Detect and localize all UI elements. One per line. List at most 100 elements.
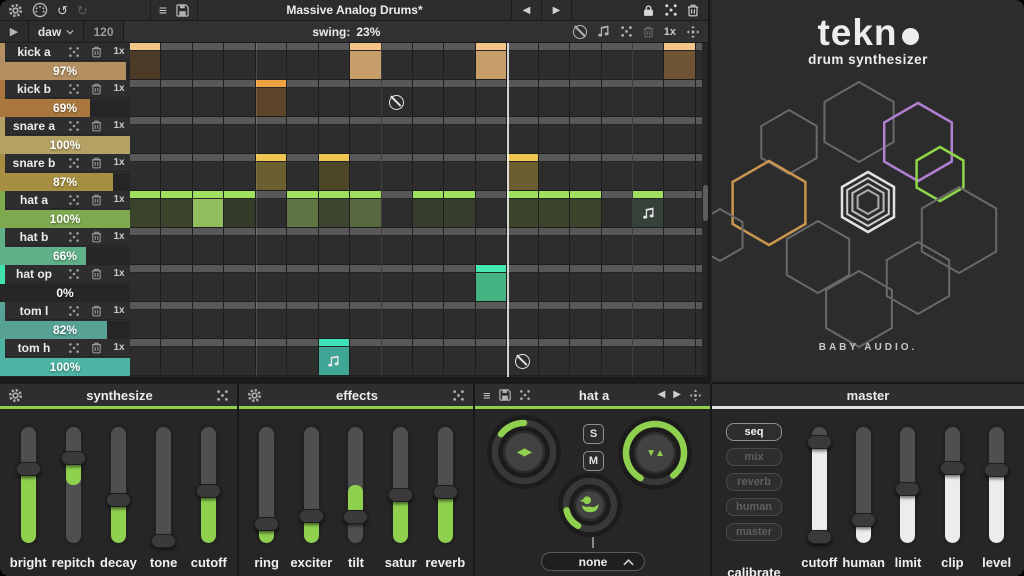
track-rate-button[interactable]: 1x: [107, 342, 131, 353]
grid-scrollbar[interactable]: [703, 185, 708, 221]
master-tab-seq[interactable]: seq: [726, 423, 782, 441]
step[interactable]: [570, 154, 601, 190]
step[interactable]: [664, 191, 695, 227]
step-cell[interactable]: [570, 310, 600, 338]
step-cell[interactable]: [161, 88, 191, 116]
step-cell[interactable]: [319, 310, 349, 338]
randomize-all-icon[interactable]: [664, 3, 678, 17]
step-cell[interactable]: [413, 236, 443, 264]
slider-thumb[interactable]: [106, 493, 131, 507]
step[interactable]: [256, 228, 287, 264]
track-name[interactable]: tom l: [5, 304, 63, 318]
slider-track[interactable]: [198, 424, 219, 546]
step[interactable]: [319, 302, 350, 338]
step-cell[interactable]: [319, 347, 349, 375]
track-name[interactable]: snare a: [5, 119, 63, 133]
step-cell[interactable]: [413, 125, 443, 153]
redo-icon[interactable]: ↻: [77, 4, 88, 17]
step-cell[interactable]: [350, 310, 380, 338]
step-cell[interactable]: [664, 199, 694, 227]
step-cell[interactable]: [664, 273, 694, 301]
step[interactable]: [476, 191, 507, 227]
step[interactable]: [319, 265, 350, 301]
step-cell[interactable]: [193, 310, 223, 338]
step[interactable]: [476, 339, 507, 375]
step-cell[interactable]: [539, 199, 569, 227]
step[interactable]: [319, 80, 350, 116]
step[interactable]: [633, 302, 664, 338]
step[interactable]: [224, 339, 255, 375]
step-cell[interactable]: [570, 347, 600, 375]
step-cell[interactable]: [319, 199, 349, 227]
step-cell[interactable]: [193, 125, 223, 153]
step[interactable]: [507, 43, 538, 79]
step[interactable]: [193, 302, 224, 338]
step[interactable]: [570, 265, 601, 301]
slider-track[interactable]: [18, 424, 39, 546]
track-clear-icon[interactable]: [85, 157, 107, 169]
play-button[interactable]: ▶: [0, 21, 29, 42]
master-tab-master[interactable]: master: [726, 523, 782, 541]
synth-randomize-icon[interactable]: [216, 389, 229, 402]
step[interactable]: [476, 154, 507, 190]
clear-all-icon[interactable]: [687, 4, 699, 17]
step[interactable]: [570, 191, 601, 227]
step[interactable]: [130, 302, 161, 338]
step-cell[interactable]: [382, 88, 412, 116]
slider-thumb[interactable]: [196, 484, 221, 498]
track-name[interactable]: hat op: [5, 267, 63, 281]
step[interactable]: [602, 117, 633, 153]
step[interactable]: [633, 339, 664, 375]
step[interactable]: [539, 265, 570, 301]
step-cell[interactable]: [633, 88, 663, 116]
track-velocity-bar[interactable]: 0%: [0, 284, 130, 302]
step[interactable]: [130, 117, 161, 153]
step-cell[interactable]: [476, 88, 506, 116]
fx-randomize-icon[interactable]: [452, 389, 465, 402]
step[interactable]: [193, 228, 224, 264]
master-tab-reverb[interactable]: reverb: [726, 473, 782, 491]
step-cell[interactable]: [570, 199, 600, 227]
track-velocity-bar[interactable]: 66%: [0, 247, 130, 265]
step-cell[interactable]: [161, 125, 191, 153]
slider-thumb[interactable]: [254, 517, 279, 531]
step[interactable]: [319, 228, 350, 264]
preset-menu-icon[interactable]: ≡: [159, 3, 167, 17]
step-cell[interactable]: [287, 273, 317, 301]
step[interactable]: [382, 154, 413, 190]
step[interactable]: [224, 154, 255, 190]
step-cell[interactable]: [602, 125, 632, 153]
step-cell[interactable]: [224, 88, 254, 116]
step[interactable]: [287, 80, 318, 116]
save-icon[interactable]: [176, 4, 189, 17]
step-cell[interactable]: [161, 236, 191, 264]
choke-dropdown[interactable]: none: [541, 552, 645, 571]
step[interactable]: [476, 265, 507, 301]
step[interactable]: [130, 43, 161, 79]
step-cell[interactable]: [256, 199, 286, 227]
track-name[interactable]: tom h: [5, 341, 63, 355]
swing-bar[interactable]: swing: 23% 1x: [124, 21, 708, 42]
randomize-pattern-icon[interactable]: [620, 25, 633, 38]
step-cell[interactable]: [161, 273, 191, 301]
duck-knob[interactable]: [557, 472, 623, 538]
slider-track[interactable]: [345, 424, 366, 546]
step[interactable]: [350, 43, 381, 79]
slider-thumb[interactable]: [151, 534, 176, 548]
slider-track[interactable]: [256, 424, 277, 546]
track-rate-button[interactable]: 1x: [107, 46, 131, 57]
step-cell[interactable]: [130, 51, 160, 79]
track-rate-button[interactable]: 1x: [107, 231, 131, 242]
step-cell[interactable]: [664, 310, 694, 338]
step[interactable]: [413, 80, 444, 116]
step[interactable]: [507, 80, 538, 116]
step-cell[interactable]: [413, 310, 443, 338]
slider-thumb[interactable]: [895, 482, 920, 496]
step[interactable]: [539, 117, 570, 153]
step-cell[interactable]: [350, 199, 380, 227]
step[interactable]: [161, 302, 192, 338]
step-cell[interactable]: [444, 199, 474, 227]
step-cell[interactable]: [256, 51, 286, 79]
track-velocity-bar[interactable]: 69%: [0, 99, 130, 117]
step[interactable]: [539, 43, 570, 79]
